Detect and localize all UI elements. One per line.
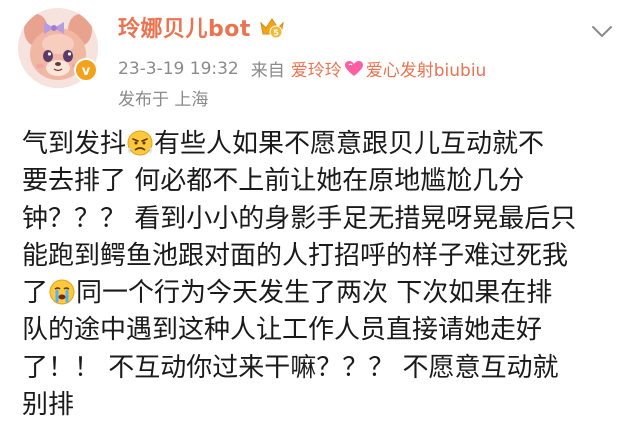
post-body-line: 队的途中遇到这种人让工作人员直接请她走好 <box>22 312 622 349</box>
post-body-line: 要去排了 何必都不上前让她在原地尴尬几分 <box>22 163 622 200</box>
author-name[interactable]: 玲娜贝儿bot <box>118 11 251 43</box>
crown-level-icon[interactable]: 5 <box>259 15 285 39</box>
post-body-line: 了同一个行为今天发生了两次 下次如果在排 <box>22 275 622 312</box>
source-link-part2[interactable]: 爱心发射biubiu <box>366 56 487 81</box>
post-timestamp: 23-3-19 19:32 <box>118 58 239 79</box>
post-body-text: 能跑到鳄鱼池跟对面的人打招呼的样子难过死我 <box>22 240 569 271</box>
post-body-text: 了 <box>22 278 49 309</box>
post-body-line: 别排 <box>22 387 622 424</box>
heart-icon <box>344 60 363 76</box>
post-body-line: 气到发抖 有些人如果不愿意跟贝儿互动就不 <box>22 126 622 163</box>
svg-text:5: 5 <box>273 29 279 38</box>
angry-face-icon <box>127 130 153 156</box>
weibo-post: v 玲娜贝儿bot 5 23-3-19 19:32 来自 爱玲玲 爱心发射biu… <box>0 0 640 420</box>
post-body-text: 了！！ 不互动你过来干嘛？？？ 不愿意互动就 <box>22 352 559 383</box>
post-body-text: 钟？？？ 看到小小的身影手足无措晃呀晃最后只 <box>22 203 577 234</box>
post-body-text: 同一个行为今天发生了两次 下次如果在排 <box>76 278 553 309</box>
post-body-text: 别排 <box>22 390 75 421</box>
post-body-line: 能跑到鳄鱼池跟对面的人打招呼的样子难过死我 <box>22 238 622 275</box>
post-meta: 23-3-19 19:32 来自 爱玲玲 爱心发射biubiu <box>118 56 487 82</box>
crying-face-icon <box>49 279 75 305</box>
post-body-line: 钟？？？ 看到小小的身影手足无措晃呀晃最后只 <box>22 201 622 238</box>
post-body-text: 有些人如果不愿意跟贝儿互动就不 <box>154 129 545 159</box>
post-body-text: 队的途中遇到这种人让工作人员直接请她走好 <box>22 315 543 346</box>
post-body-line: 了！！ 不互动你过来干嘛？？？ 不愿意互动就 <box>22 350 622 387</box>
svg-text:v: v <box>82 64 91 79</box>
author-row: 玲娜贝儿bot 5 <box>118 12 285 42</box>
post-body: 气到发抖 有些人如果不愿意跟贝儿互动就不 要去排了 何必都不上前让她在原地尴尬几分钟… <box>22 126 622 424</box>
post-body-text: 气到发抖 <box>22 129 127 159</box>
source-link-part1[interactable]: 爱玲玲 <box>291 56 342 81</box>
verified-badge-icon: v <box>74 58 98 82</box>
post-body-text: 要去排了 何必都不上前让她在原地尴尬几分 <box>22 166 525 197</box>
more-options-chevron-icon[interactable] <box>588 22 616 42</box>
source-prefix: 来自 <box>250 61 285 81</box>
post-location: 发布于 上海 <box>118 90 209 110</box>
